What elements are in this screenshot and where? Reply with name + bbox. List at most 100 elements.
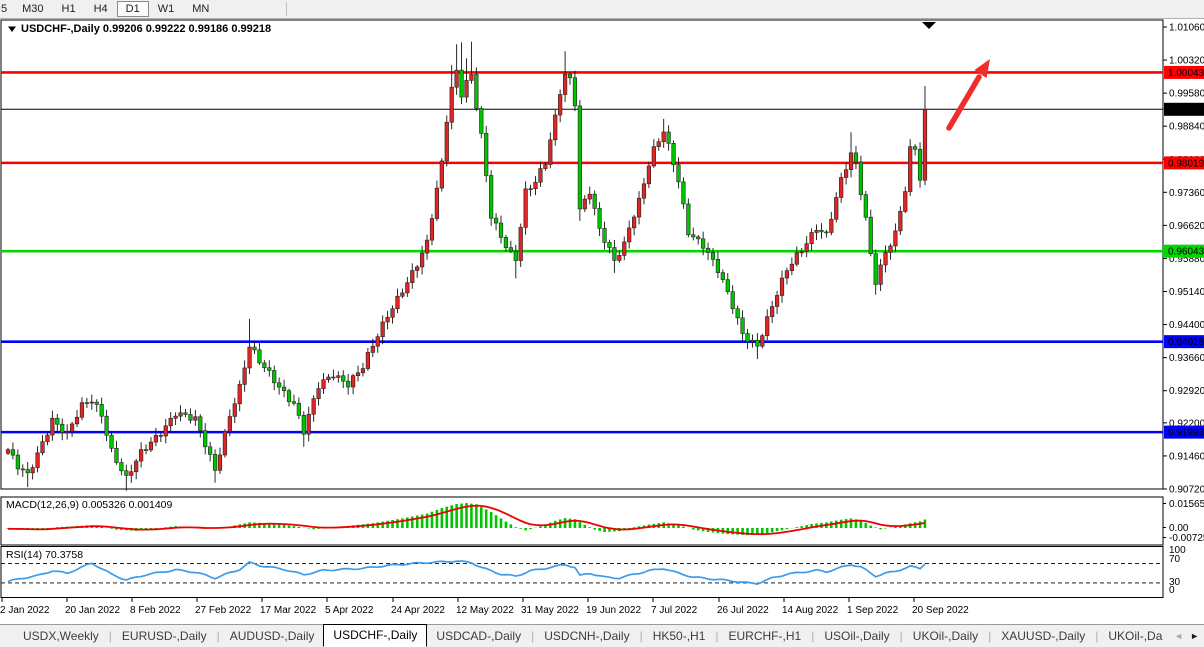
candle [425, 240, 429, 253]
candle [923, 109, 927, 180]
trend-arrow-shaft[interactable] [949, 77, 979, 128]
date-tick-label: 31 May 2022 [521, 605, 579, 616]
chart-canvas[interactable]: USDCHF-,Daily 0.99206 0.99222 0.99186 0.… [0, 0, 1204, 647]
candle [460, 70, 464, 97]
date-tick-label: 27 Feb 2022 [195, 605, 252, 616]
rsi-panel: 10070300 [1, 545, 1186, 596]
candle [834, 197, 838, 219]
candle [608, 242, 612, 247]
candle [337, 376, 341, 378]
candle [869, 217, 873, 253]
candle [795, 253, 799, 264]
candle [509, 248, 513, 251]
candle [455, 70, 459, 87]
symbol-tab-audusd-daily[interactable]: AUDUSD-,Daily [221, 629, 324, 643]
candle [218, 455, 222, 470]
candle [277, 383, 281, 387]
candle [440, 161, 444, 188]
symbol-tab-eurusd-daily[interactable]: EURUSD-,Daily [113, 629, 216, 643]
symbol-tab-xauusd-daily[interactable]: XAUUSD-,Daily [992, 629, 1094, 643]
candle [267, 368, 271, 371]
candle [149, 442, 153, 450]
candle [553, 115, 557, 140]
price-level-label: 0.98019 [1168, 158, 1204, 169]
candle [691, 235, 695, 237]
candle [578, 106, 582, 209]
candle [75, 417, 79, 424]
candle [815, 230, 819, 232]
candle [332, 377, 336, 378]
candle [36, 453, 40, 468]
candle [593, 194, 597, 208]
tab-scroll-right-icon[interactable]: ► [1190, 631, 1199, 641]
candle [627, 228, 631, 242]
candle [899, 211, 903, 231]
date-tick-label: 19 Jun 2022 [586, 605, 641, 616]
candle [198, 417, 202, 431]
candle [450, 87, 454, 122]
candle [80, 403, 84, 418]
date-tick-label: 8 Feb 2022 [130, 605, 181, 616]
candle [844, 170, 848, 178]
symbol-tab-usdx-weekly[interactable]: USDX,Weekly [14, 629, 108, 643]
candle [884, 252, 888, 265]
candle [346, 381, 350, 387]
candle [184, 413, 188, 415]
price-tick-label: 0.96620 [1169, 221, 1204, 232]
symbol-tab-ukoil-daily[interactable]: UKOil-,Daily [904, 629, 987, 643]
candle [396, 296, 400, 308]
price-tick-label: 1.01060 [1169, 23, 1204, 34]
price-scale[interactable]: 1.010601.003200.995800.988400.981000.973… [1163, 23, 1204, 496]
symbol-tab-usdchf-daily[interactable]: USDCHF-,Daily [323, 624, 427, 647]
candle [908, 147, 912, 192]
candle [312, 399, 316, 415]
symbol-tab-usdcad-daily[interactable]: USDCAD-,Daily [427, 629, 530, 643]
symbol-tab-eurchf-h1[interactable]: EURCHF-,H1 [720, 629, 811, 643]
symbol-tab-ukoil-da[interactable]: UKOil-,Da [1099, 629, 1171, 643]
candle [667, 132, 671, 143]
candle [208, 447, 212, 455]
horizontal-levels[interactable]: 1.000430.992180.980190.960430.940180.919… [1, 66, 1204, 439]
candle [386, 317, 390, 322]
symbol-dropdown-icon[interactable] [8, 27, 16, 33]
tab-scroll-arrows: ◄ ► [1174, 631, 1199, 641]
date-tick-label: 2 Jan 2022 [0, 605, 50, 616]
candle [465, 80, 469, 97]
candle [568, 74, 572, 78]
candle [85, 403, 89, 404]
price-tick-label: 0.90720 [1169, 485, 1204, 496]
candle [524, 189, 528, 228]
candle [894, 231, 898, 246]
candle [494, 218, 498, 223]
macd-panel: 0.0156540.00-0.00725 [8, 499, 1204, 544]
macd-label: MACD(12,26,9) 0.005326 0.001409 [6, 499, 173, 511]
candle [682, 182, 686, 204]
candle [775, 295, 779, 306]
candle [258, 350, 262, 363]
candle [913, 147, 917, 150]
candle [662, 132, 666, 142]
candle [366, 352, 370, 368]
candle [139, 450, 143, 461]
annotations [922, 22, 990, 128]
candle [647, 166, 651, 184]
candle [549, 140, 553, 165]
candle [563, 74, 567, 94]
candle [430, 219, 434, 241]
tab-scroll-left-icon[interactable]: ◄ [1174, 631, 1183, 641]
candle [770, 307, 774, 317]
price-tick-label: 0.94400 [1169, 320, 1204, 331]
date-tick-label: 24 Apr 2022 [391, 605, 445, 616]
date-scale[interactable]: 2 Jan 202220 Jan 20228 Feb 202227 Feb 20… [0, 598, 969, 617]
candle [701, 239, 705, 248]
symbol-tab-usdcnh-daily[interactable]: USDCNH-,Daily [535, 629, 638, 643]
candle [60, 424, 64, 432]
candle [90, 402, 94, 403]
price-level-label: 0.94018 [1168, 337, 1204, 348]
candle [297, 403, 301, 415]
candle [618, 255, 622, 260]
symbol-tab-usoil-daily[interactable]: USOil-,Daily [815, 629, 898, 643]
candle [874, 254, 878, 285]
symbol-tab-hk50-h1[interactable]: HK50-,H1 [644, 629, 715, 643]
candle [302, 415, 306, 434]
